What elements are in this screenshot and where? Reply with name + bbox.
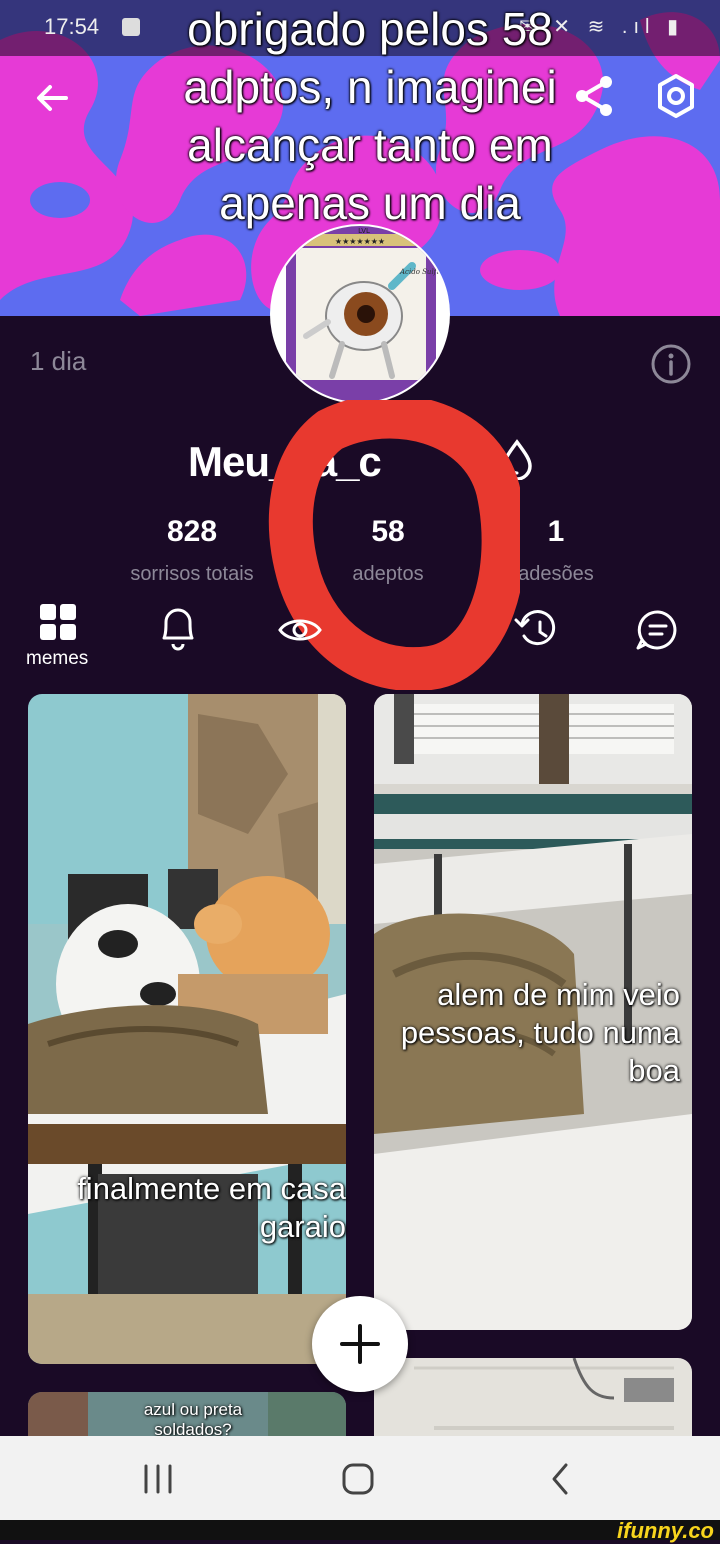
eye-icon (278, 619, 322, 641)
username: Meu__a_c (188, 438, 382, 485)
meme-card[interactable] (28, 694, 346, 1364)
share-icon (576, 76, 612, 116)
avatar-image: Acido Sulfurico ★★★★★★★ LVL (272, 226, 448, 402)
info-button[interactable] (650, 343, 692, 385)
meme-caption: alem de mim veio pessoas, tudo numa boa (400, 977, 680, 1088)
account-age: 1 dia (30, 346, 87, 376)
info-icon (651, 344, 691, 384)
system-navigation-bar (0, 1436, 720, 1520)
water-drop-icon (502, 439, 532, 481)
arrow-left-icon (37, 85, 68, 111)
stat-label: adesões (518, 563, 594, 585)
history-icon (514, 610, 556, 646)
recent-apps-button[interactable] (138, 1462, 178, 1496)
stat-label: sorrisos totais (130, 563, 254, 585)
grid-icon (40, 604, 76, 640)
tab-notifications[interactable] (148, 604, 208, 660)
meme-caption: azul ou preta soldados? (143, 1400, 243, 1439)
plus-icon (340, 1324, 380, 1364)
watermark-bar: ifunny.co (0, 1518, 720, 1543)
meme-caption: finalmente em casa garaio (77, 1171, 346, 1244)
stat-total-smiles: 828 sorrisos totais (92, 515, 292, 586)
avatar-card-name: Acido Sulfurico (399, 268, 448, 276)
profile-avatar[interactable]: Acido Sulfurico ★★★★★★★ LVL (272, 226, 448, 402)
system-back-button[interactable] (540, 1462, 580, 1496)
tab-memes-label: memes (26, 648, 89, 669)
settings-button[interactable] (652, 72, 700, 120)
back-button[interactable] (28, 74, 76, 122)
home-button[interactable] (338, 1462, 378, 1496)
chevron-left-icon (552, 1463, 568, 1495)
meme-image-cats (28, 694, 346, 1364)
tab-viewed[interactable] (270, 604, 330, 660)
stat-value: 1 (547, 515, 565, 548)
drop-icon-badge[interactable] (498, 438, 536, 481)
gear-icon (658, 74, 694, 118)
create-post-button[interactable] (312, 1296, 408, 1392)
avatar-card-level: LVL (358, 227, 370, 235)
tab-history[interactable] (508, 604, 568, 660)
avatar-card-stars: ★★★★★★★ (335, 237, 385, 246)
tab-comments[interactable] (628, 604, 688, 660)
stat-value: 828 (166, 515, 218, 548)
recent-apps-icon (144, 1464, 172, 1494)
share-button[interactable] (570, 72, 618, 120)
home-icon (342, 1463, 374, 1495)
bell-icon (162, 608, 194, 651)
ifunny-watermark: ifunny.co (617, 1518, 714, 1543)
stat-subscriptions[interactable]: 1 adesões (456, 515, 656, 586)
chat-bubble-icon (636, 610, 677, 650)
